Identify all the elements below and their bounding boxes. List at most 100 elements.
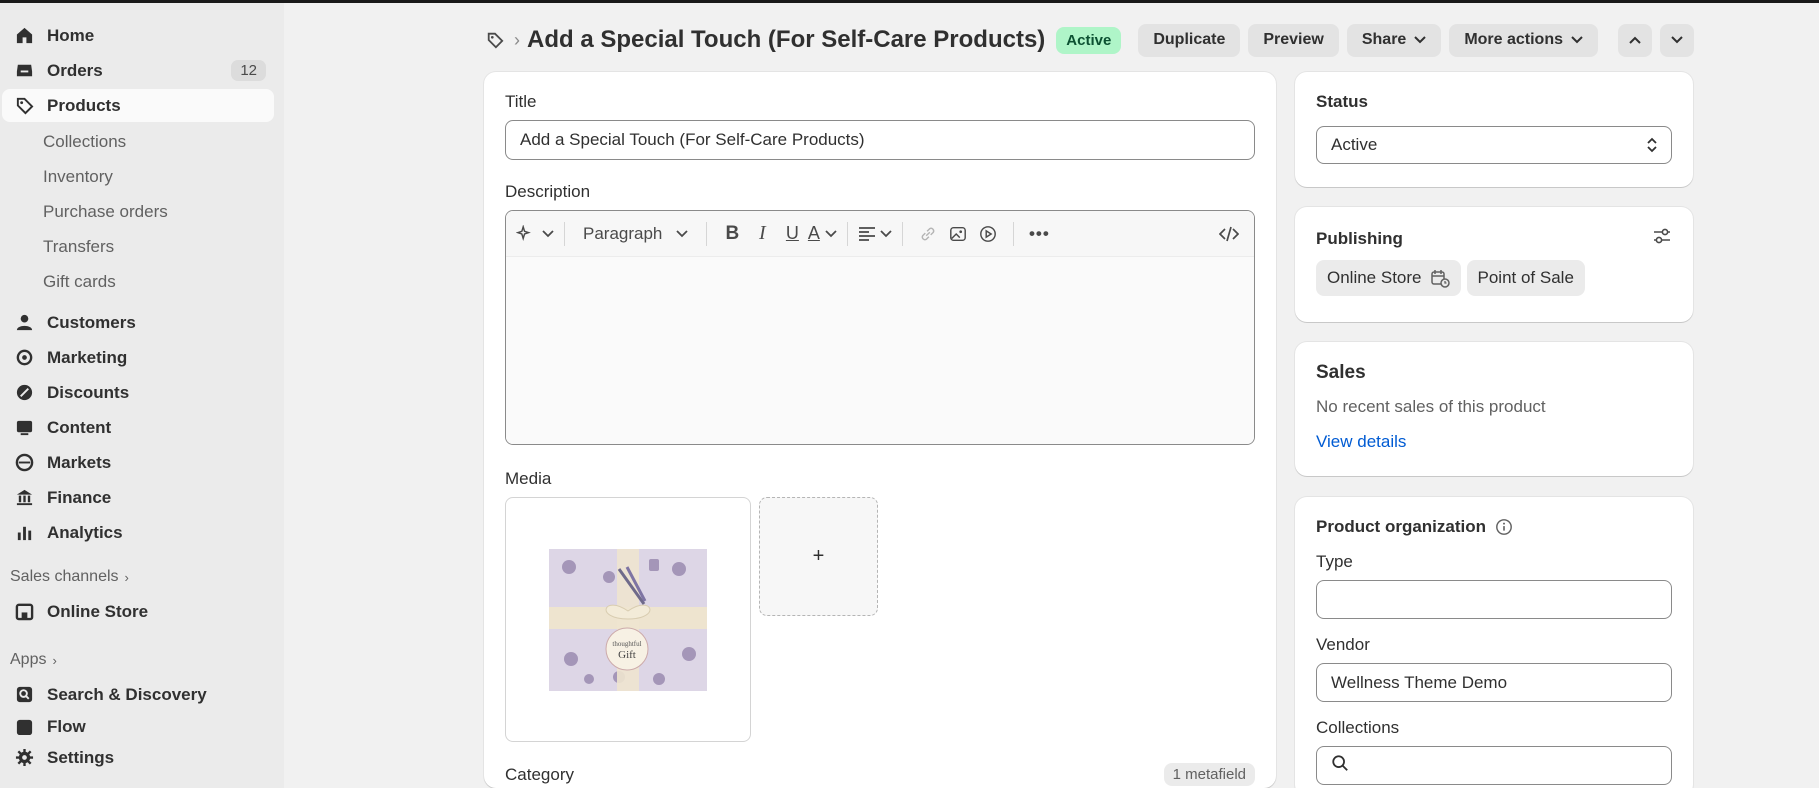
sidebar-item-home[interactable]: Home [2,19,274,52]
text-color-icon[interactable]: A [807,219,837,249]
sidebar-item-purchase-orders[interactable]: Purchase orders [0,194,274,229]
sidebar-item-inventory[interactable]: Inventory [0,159,274,194]
sidebar-item-analytics[interactable]: Analytics [2,516,274,549]
share-button[interactable]: Share [1346,23,1442,57]
preview-button[interactable]: Preview [1248,23,1339,57]
paragraph-select[interactable]: Paragraph [575,219,696,249]
more-actions-label: More actions [1464,31,1563,48]
chevron-down-icon [542,229,554,237]
sidebar-item-customers[interactable]: Customers [2,306,274,339]
status-select-value: Active [1331,135,1378,154]
code-view-icon[interactable] [1214,219,1244,249]
tag-icon[interactable] [484,29,506,51]
product-image[interactable]: thoughtful Gift [505,497,751,742]
chevron-right-icon: › [124,569,129,585]
italic-icon[interactable]: I [747,219,777,249]
bold-icon[interactable]: B [717,219,747,249]
publishing-header: Publishing [1316,227,1672,250]
vendor-label: Vendor [1316,635,1370,654]
more-options-icon[interactable]: ••• [1024,219,1054,249]
sidebar-item-label: Markets [47,452,112,472]
collections-search-input[interactable] [1316,746,1672,785]
sidebar-item-orders[interactable]: Orders 12 [2,54,274,87]
home-icon [14,26,34,46]
add-media-button[interactable]: + [759,497,878,616]
flow-icon [14,717,34,735]
bar-chart-icon [14,523,34,543]
select-arrows-icon [1647,137,1657,153]
sidebar-item-label: Online Store [47,601,149,621]
description-textarea[interactable] [506,257,1254,444]
sidebar-item-collections[interactable]: Collections [0,124,274,159]
sidebar-item-label: Content [47,417,112,437]
toolbar-divider [902,221,904,246]
svg-text:thoughtful: thoughtful [612,640,641,648]
toolbar-divider [706,221,708,246]
ai-sparkle-button[interactable] [516,219,554,249]
video-icon[interactable] [973,219,1003,249]
sales-card: Sales No recent sales of this product Vi… [1295,342,1693,476]
align-icon[interactable] [858,219,893,249]
sidebar-item-label: Settings [47,747,115,767]
sidebar-item-products[interactable]: Products [2,89,274,122]
status-select[interactable]: Active [1316,126,1672,164]
metafield-badge[interactable]: 1 metafield [1163,763,1255,786]
vendor-input[interactable]: Wellness Theme Demo [1316,663,1672,702]
chevron-right-icon: › [52,652,57,668]
sidebar-item-marketing[interactable]: Marketing [2,341,274,374]
sidebar-item-gift-cards[interactable]: Gift cards [0,264,274,299]
target-icon [14,348,34,368]
sidebar-item-online-store[interactable]: Online Store [2,595,274,628]
apps-heading[interactable]: Apps › [0,642,274,678]
more-actions-button[interactable]: More actions [1449,23,1598,57]
globe-icon [14,453,34,473]
toolbar-divider [847,221,849,246]
sales-empty-text: No recent sales of this product [1316,397,1546,416]
chevron-down-icon [1671,36,1683,44]
sidebar-item-label: Search & Discovery [47,684,207,704]
category-row: Category 1 metafield [505,763,1255,786]
sidebar-item-finance[interactable]: Finance [2,481,274,514]
chevron-down-icon [880,229,893,237]
sales-channels-heading[interactable]: Sales channels › [0,559,274,595]
publishing-channels: Online Store Point of Sale [1316,260,1672,296]
page-header: › Add a Special Touch (For Self-Care Pro… [484,20,1694,60]
status-badge: Active [1056,26,1122,54]
sidebar-item-markets[interactable]: Markets [2,446,274,479]
previous-product-button[interactable] [1618,23,1652,57]
sidebar-item-content[interactable]: Content [2,411,274,444]
calendar-clock-icon [1430,270,1450,288]
chevron-down-icon [825,229,837,237]
sidebar-nav: Home Orders 12 Products Collections Inve… [0,3,284,788]
link-icon[interactable] [913,219,943,249]
sidebar-item-discounts[interactable]: Discounts [2,376,274,409]
manage-channels-icon[interactable] [1652,227,1672,250]
channel-chip-point-of-sale[interactable]: Point of Sale [1466,260,1585,296]
sidebar-item-label: Finance [47,487,112,507]
sidebar-item-label: Flow [47,717,86,735]
paragraph-label: Paragraph [583,223,663,243]
status-title: Status [1316,92,1368,111]
view-details-link[interactable]: View details [1316,432,1672,452]
store-icon [14,602,34,622]
sidebar-item-flow[interactable]: Flow [2,713,274,735]
image-icon[interactable] [943,219,973,249]
next-product-button[interactable] [1660,23,1694,57]
channel-chip-online-store[interactable]: Online Store [1316,260,1461,296]
sales-channels-label: Sales channels [10,568,119,585]
sidebar-item-search-discovery[interactable]: Search & Discovery [2,678,274,711]
breadcrumb-separator: › [514,29,520,50]
title-input[interactable]: Add a Special Touch (For Self-Care Produ… [505,120,1255,160]
bank-icon [14,488,34,508]
type-label: Type [1316,552,1353,571]
underline-icon[interactable]: U [777,219,807,249]
toolbar-divider [564,221,565,246]
category-label: Category [505,764,574,784]
type-input[interactable] [1316,580,1672,619]
sidebar-item-label: Discounts [47,382,130,402]
duplicate-button[interactable]: Duplicate [1138,23,1241,57]
info-icon[interactable] [1495,518,1513,536]
sidebar-item-settings[interactable]: Settings [2,741,274,774]
sidebar-item-transfers[interactable]: Transfers [0,229,274,264]
search-icon [1331,754,1349,777]
